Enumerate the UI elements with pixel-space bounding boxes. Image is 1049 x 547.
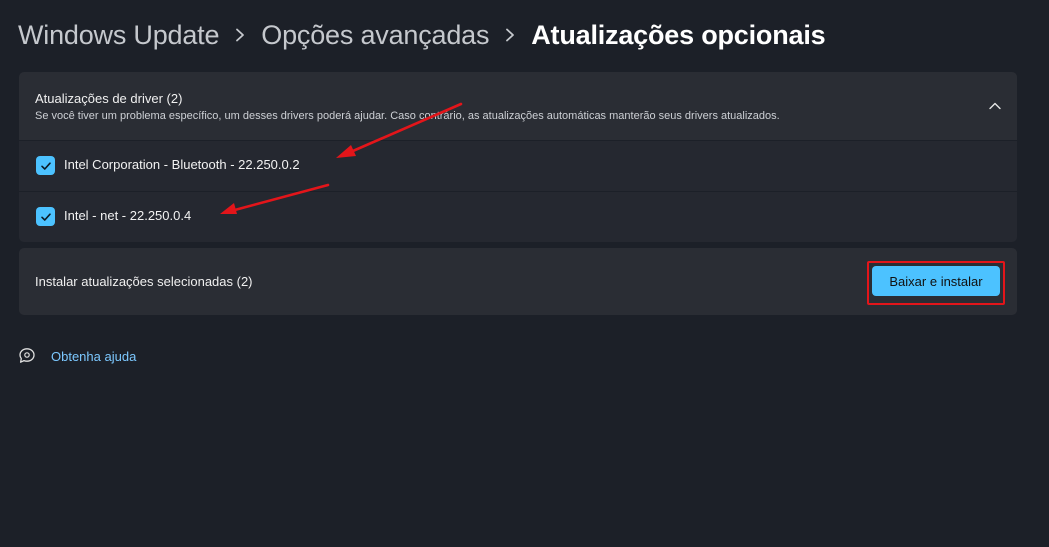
driver-updates-description: Se você tiver um problema específico, um… [35, 110, 780, 122]
get-help-link[interactable]: Obtenha ajuda [51, 349, 136, 364]
driver-label: Intel - net - 22.250.0.4 [64, 208, 192, 223]
page-title: Atualizações opcionais [531, 19, 826, 50]
breadcrumb: Windows Update Opções avançadas Atualiza… [18, 14, 826, 56]
breadcrumb-item-windows-update[interactable]: Windows Update [18, 20, 219, 51]
help-section: Obtenha ajuda [18, 347, 136, 365]
driver-list: Intel Corporation - Bluetooth - 22.250.0… [19, 140, 1017, 242]
driver-checkbox[interactable] [36, 156, 55, 175]
download-install-button[interactable]: Baixar e instalar [872, 266, 1000, 296]
chevron-right-icon [489, 14, 531, 56]
driver-updates-header[interactable]: Atualizações de driver (2) Se você tiver… [19, 72, 1017, 140]
breadcrumb-item-advanced-options[interactable]: Opções avançadas [261, 20, 489, 51]
driver-label: Intel Corporation - Bluetooth - 22.250.0… [64, 157, 300, 172]
install-panel: Instalar atualizações selecionadas (2) B… [19, 248, 1017, 315]
chevron-right-icon [219, 14, 261, 56]
chevron-up-icon[interactable] [987, 98, 1003, 114]
driver-updates-title: Atualizações de driver (2) [35, 91, 183, 106]
driver-row[interactable]: Intel Corporation - Bluetooth - 22.250.0… [19, 140, 1017, 191]
install-selected-label: Instalar atualizações selecionadas (2) [35, 274, 253, 289]
driver-updates-card: Atualizações de driver (2) Se você tiver… [19, 72, 1017, 242]
driver-checkbox[interactable] [36, 207, 55, 226]
help-chat-icon [18, 347, 36, 365]
driver-row[interactable]: Intel - net - 22.250.0.4 [19, 191, 1017, 242]
checkmark-icon [40, 161, 51, 170]
checkmark-icon [40, 212, 51, 221]
